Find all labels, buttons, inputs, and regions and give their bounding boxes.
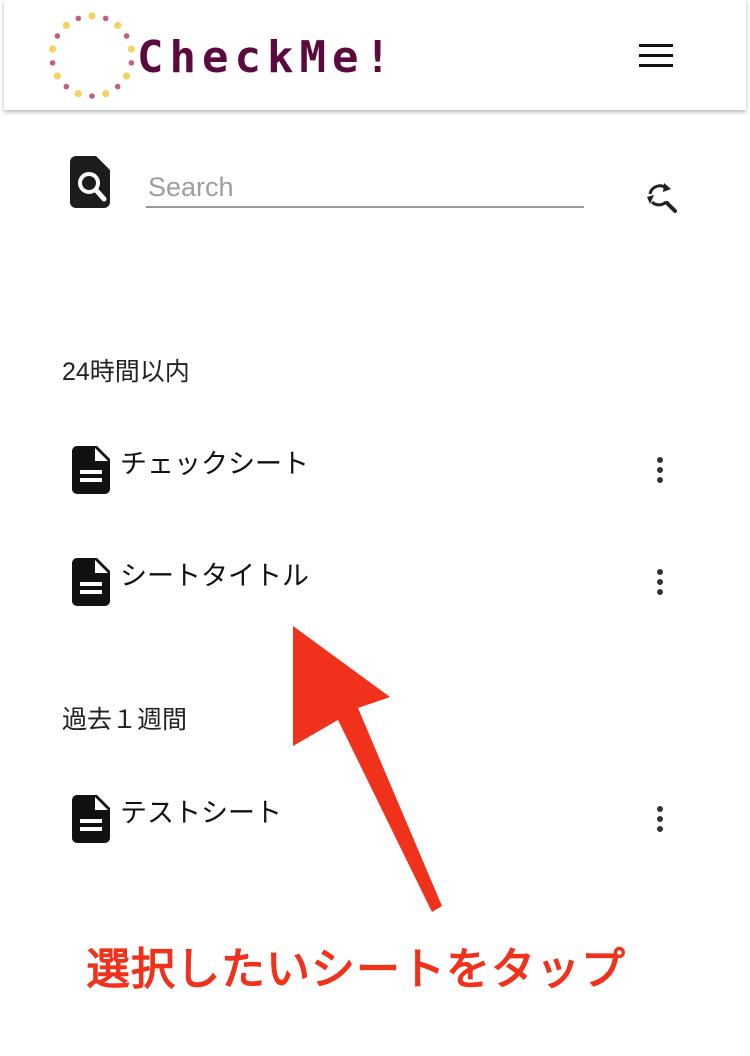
app-logo-text: CheckMe! <box>137 32 397 83</box>
list-item-label: シートタイトル <box>120 561 309 591</box>
more-vert-icon[interactable] <box>650 564 670 600</box>
document-icon <box>72 795 110 843</box>
list-item-sheet[interactable]: チェックシート <box>62 446 692 506</box>
list-item-label: テストシート <box>120 798 282 828</box>
document-search-icon <box>70 156 110 208</box>
document-icon <box>72 446 110 494</box>
search-input[interactable] <box>146 168 584 208</box>
more-vert-icon[interactable] <box>650 801 670 837</box>
list-item-label: チェックシート <box>120 449 309 479</box>
annotation-caption: 選択したいシートをタップ <box>86 944 626 995</box>
section-title-past-week: 過去１週間 <box>62 706 188 734</box>
list-item-sheet[interactable]: シートタイトル <box>62 558 692 618</box>
document-icon <box>72 558 110 606</box>
refresh-search-icon[interactable] <box>644 180 678 214</box>
app-bar: CheckMe! <box>4 0 746 110</box>
app-screen: CheckMe! 24時間以内 チ <box>4 0 746 1056</box>
section-title-24h: 24時間以内 <box>62 358 190 386</box>
logo-dot-ring-icon <box>44 6 140 106</box>
more-vert-icon[interactable] <box>650 452 670 488</box>
hamburger-menu-icon[interactable] <box>636 44 676 70</box>
list-item-sheet[interactable]: テストシート <box>62 795 692 855</box>
